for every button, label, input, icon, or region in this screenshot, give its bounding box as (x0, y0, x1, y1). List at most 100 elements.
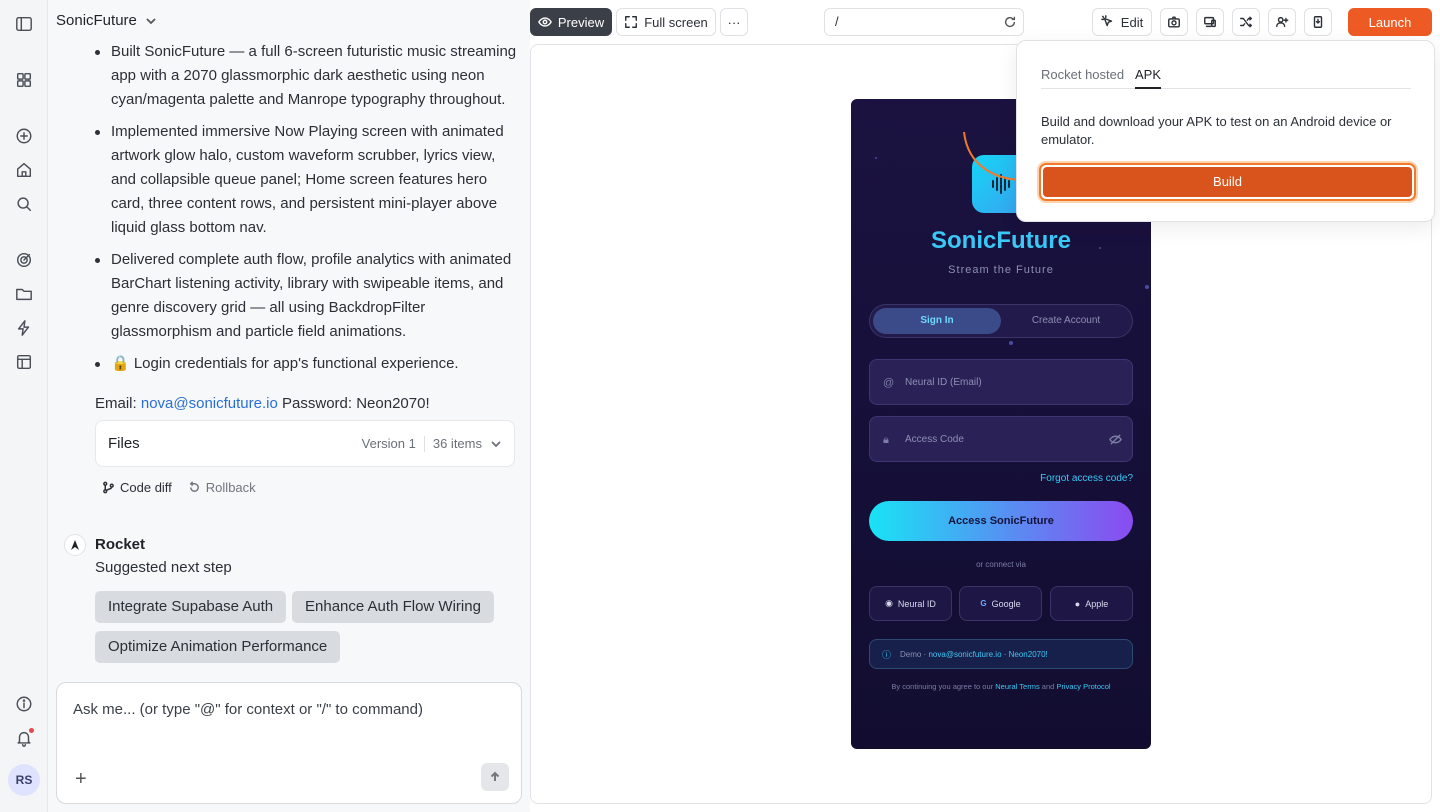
devices-icon (1204, 16, 1216, 28)
email-link[interactable]: nova@sonicfuture.io (141, 395, 278, 412)
url-field[interactable]: / (824, 8, 1024, 36)
access-button[interactable]: Access SonicFuture (869, 501, 1133, 541)
files-count: 36 items (432, 436, 482, 451)
chat-input[interactable]: Ask me... (or type "@" for context or "/… (56, 682, 522, 804)
tab-apk[interactable]: APK (1135, 67, 1162, 89)
sidebar-toggle-icon[interactable] (14, 14, 34, 34)
suggestion-chip[interactable]: Enhance Auth Flow Wiring (292, 591, 494, 623)
list-item: Delivered complete auth flow, profile an… (90, 248, 520, 344)
demo-value: nova@sonicfuture.io · Neon2070! (928, 650, 1048, 659)
tab-create-account[interactable]: Create Account (1001, 308, 1131, 334)
rollback-label: Rollback (205, 480, 256, 495)
project-name: SonicFuture (56, 12, 137, 29)
refresh-icon[interactable] (1003, 15, 1017, 29)
suggestion-chip[interactable]: Integrate Supabase Auth (95, 591, 287, 623)
fullscreen-button[interactable]: Full screen (616, 8, 716, 36)
home-icon[interactable] (14, 160, 34, 180)
app-brand: SonicFuture (930, 227, 1071, 254)
apple-button[interactable]: ● Apple (1050, 586, 1133, 621)
launch-label: Launch (1368, 14, 1412, 30)
google-button[interactable]: G Google (959, 586, 1042, 621)
email-field[interactable]: @ Neural ID (Email) (869, 359, 1133, 405)
password-field[interactable]: 🔒︎ Access Code (869, 416, 1133, 462)
devices-button[interactable] (1196, 8, 1224, 36)
tab-rocket-hosted[interactable]: Rocket hosted (1041, 67, 1124, 82)
build-label: Build (1043, 167, 1412, 197)
google-icon: G (980, 599, 987, 608)
info-icon[interactable] (14, 694, 34, 714)
preview-button[interactable]: Preview (530, 8, 612, 36)
invite-button[interactable] (1268, 8, 1296, 36)
app-root: RS SonicFuture Built SonicFuture — a ful… (0, 0, 1440, 812)
shuffle-button[interactable] (1232, 8, 1260, 36)
files-version: Version 1 (361, 436, 416, 451)
launch-button[interactable]: Launch (1348, 8, 1432, 36)
build-button[interactable]: Build (1039, 163, 1416, 201)
assistant-message: Built SonicFuture — a full 6-screen futu… (90, 40, 520, 384)
fullscreen-label: Full screen (644, 14, 708, 30)
edit-button[interactable]: Edit (1092, 8, 1152, 36)
rocket-avatar (64, 534, 86, 556)
terms-and: and (1041, 682, 1055, 691)
rollback-button[interactable]: Rollback (188, 480, 256, 495)
or-divider: or connect via (976, 560, 1026, 569)
popover-tabs: Rocket hosted APK (1041, 65, 1411, 89)
url-value: / (835, 14, 839, 29)
neural-terms-link[interactable]: Neural Terms (995, 682, 1039, 691)
list-item: Built SonicFuture — a full 6-screen futu… (90, 40, 520, 112)
layout-icon[interactable] (14, 352, 34, 372)
search-icon[interactable] (14, 194, 34, 214)
send-button[interactable] (481, 763, 509, 791)
files-panel[interactable]: Files Version 1 36 items (95, 420, 515, 467)
new-plus-icon[interactable] (14, 126, 34, 146)
grid-icon[interactable] (14, 70, 34, 90)
particle (1145, 285, 1149, 289)
tab-sign-in[interactable]: Sign In (873, 308, 1001, 334)
fingerprint-icon: ◉ (885, 598, 893, 608)
list-item: 🔒 Login credentials for app's functional… (90, 352, 520, 376)
forgot-link[interactable]: Forgot access code? (1040, 473, 1133, 484)
password-placeholder: Access Code (905, 434, 964, 445)
apk-description: Build and download your APK to test on a… (1041, 114, 1392, 147)
code-diff-label: Code diff (120, 480, 172, 495)
social-label: Neural ID (897, 598, 936, 609)
at-icon: @ (883, 377, 895, 389)
lock-icon: 🔒︎ (883, 434, 889, 446)
terms-text: By continuing you agree to our Neural Te… (851, 682, 1151, 691)
target-icon[interactable] (14, 250, 34, 270)
expand-icon (625, 16, 638, 28)
chat-panel: SonicFuture Built SonicFuture — a full 6… (48, 0, 530, 812)
avatar[interactable]: RS (8, 764, 40, 796)
suggested-label: Suggested next step (95, 559, 232, 576)
attach-plus-icon[interactable]: + (75, 769, 87, 789)
preview-label: Preview (557, 14, 605, 30)
more-button[interactable]: ··· (720, 8, 748, 36)
arrow-up-icon (490, 771, 500, 781)
email-label: Email: (95, 395, 137, 412)
terms-prefix: By continuing you agree to our (891, 682, 994, 691)
git-branch-icon (103, 481, 114, 494)
folder-icon[interactable] (14, 284, 34, 304)
left-rail: RS (0, 0, 48, 812)
info-icon: ⓘ (882, 650, 892, 660)
rollback-icon (189, 481, 199, 492)
android-build-button[interactable] (1304, 8, 1332, 36)
suggestion-chip[interactable]: Optimize Animation Performance (95, 631, 341, 663)
auth-tabs: Sign In Create Account (869, 304, 1133, 338)
screenshot-button[interactable] (1160, 8, 1188, 36)
social-label: Google (991, 598, 1021, 609)
privacy-link[interactable]: Privacy Protocol (1056, 682, 1110, 691)
email-placeholder: Neural ID (Email) (905, 377, 982, 388)
chevron-down-icon (146, 17, 156, 24)
code-diff-button[interactable]: Code diff (102, 480, 172, 495)
publish-popover: Rocket hosted APK Build and download you… (1016, 40, 1435, 222)
edit-label: Edit (1120, 14, 1144, 30)
particle (875, 157, 877, 159)
neural-id-button[interactable]: ◉ Neural ID (869, 586, 952, 621)
shuffle-icon (1240, 16, 1252, 28)
bell-icon[interactable] (14, 728, 34, 748)
eye-off-icon[interactable] (1109, 433, 1122, 446)
chevron-down-icon (491, 440, 501, 447)
bolt-icon[interactable] (14, 318, 34, 338)
project-selector[interactable]: SonicFuture (56, 12, 157, 29)
